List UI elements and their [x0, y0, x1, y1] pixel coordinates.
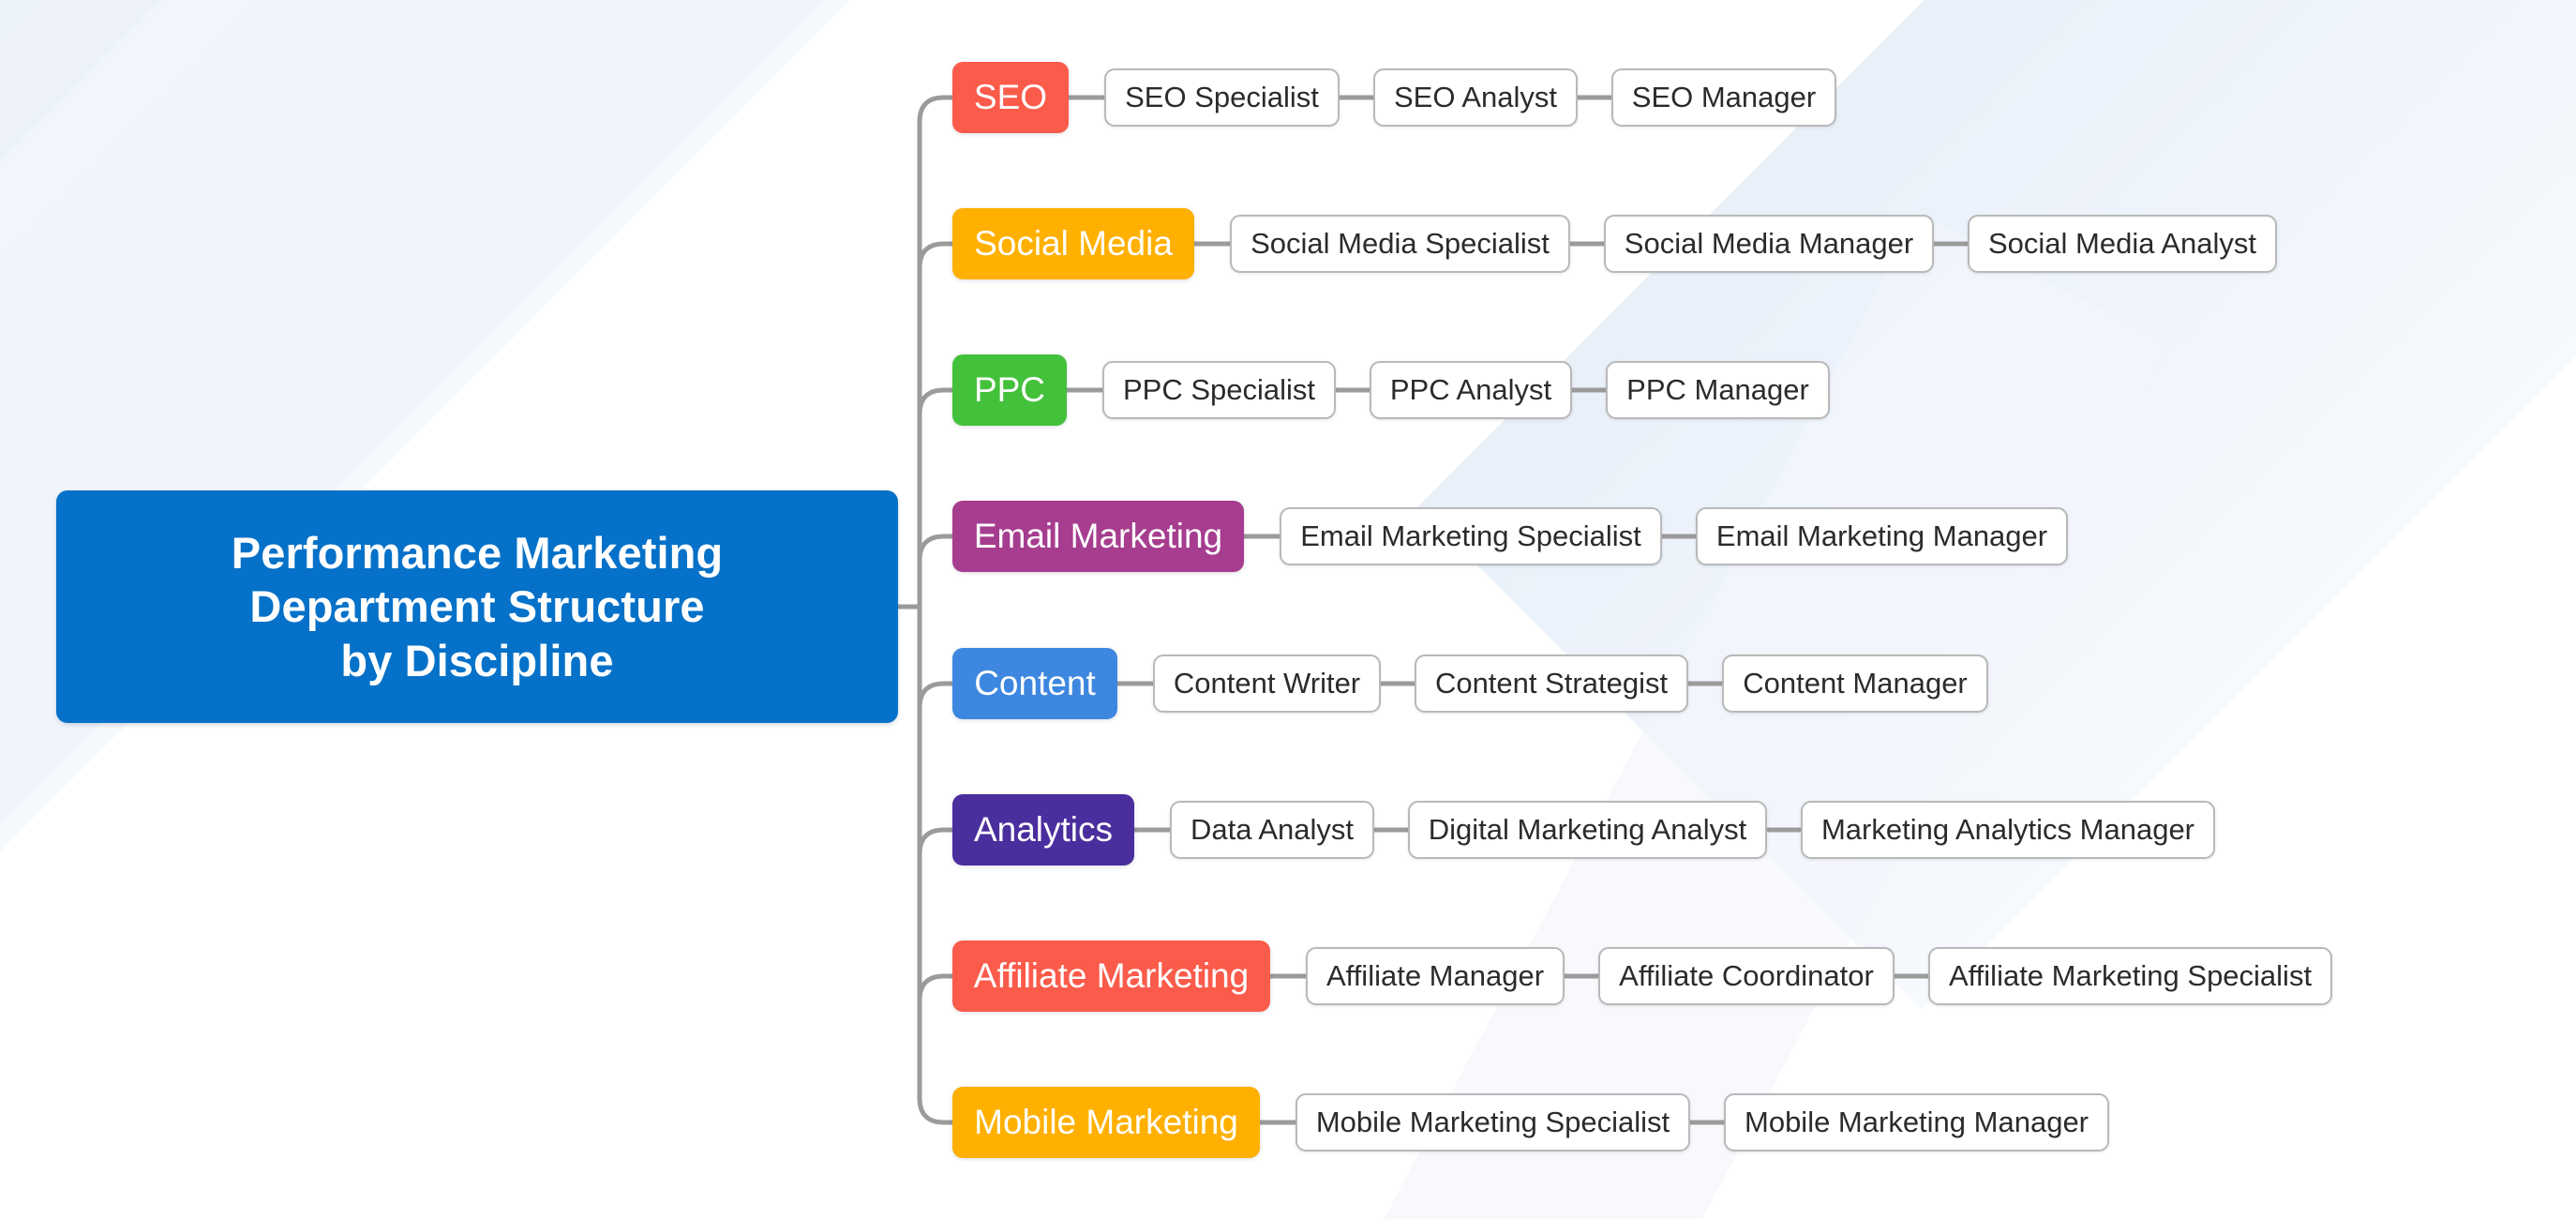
role-node[interactable]: Content Manager	[1722, 655, 1988, 713]
category-node-email-marketing[interactable]: Email Marketing	[952, 501, 1244, 572]
role-node[interactable]: Digital Marketing Analyst	[1408, 801, 1767, 859]
role-node[interactable]: SEO Specialist	[1104, 68, 1340, 127]
role-node[interactable]: Email Marketing Manager	[1696, 507, 2068, 565]
role-node[interactable]: Content Writer	[1153, 655, 1381, 713]
role-node[interactable]: Affiliate Coordinator	[1598, 947, 1895, 1005]
connector	[917, 387, 955, 417]
role-node[interactable]: PPC Specialist	[1102, 361, 1336, 419]
root-title-line: Performance Marketing	[231, 528, 724, 578]
category-node-social-media[interactable]: Social Media	[952, 208, 1194, 279]
role-node[interactable]: PPC Analyst	[1370, 361, 1572, 419]
connector	[917, 534, 955, 564]
role-node[interactable]: Social Media Manager	[1604, 215, 1934, 273]
role-node[interactable]: Affiliate Marketing Specialist	[1928, 947, 2332, 1005]
role-node[interactable]: SEO Analyst	[1373, 68, 1578, 127]
root-node[interactable]: Performance Marketing Department Structur…	[56, 490, 898, 723]
connector	[917, 973, 955, 1003]
role-node[interactable]: Mobile Marketing Manager	[1724, 1093, 2109, 1151]
category-node-mobile-marketing[interactable]: Mobile Marketing	[952, 1087, 1260, 1158]
root-title-line: Department Structure	[249, 581, 705, 632]
category-node-analytics[interactable]: Analytics	[952, 794, 1134, 865]
role-node[interactable]: Social Media Analyst	[1968, 215, 2277, 273]
connector	[917, 827, 955, 857]
connector	[917, 241, 955, 271]
category-node-ppc[interactable]: PPC	[952, 354, 1067, 426]
category-node-affiliate-marketing[interactable]: Affiliate Marketing	[952, 941, 1270, 1012]
category-node-seo[interactable]: SEO	[952, 62, 1069, 133]
connector	[917, 95, 955, 125]
mindmap-canvas: Performance Marketing Department Structur…	[0, 0, 2576, 1219]
role-node[interactable]: Content Strategist	[1415, 655, 1688, 713]
role-node[interactable]: Social Media Specialist	[1230, 215, 1570, 273]
role-node[interactable]: Mobile Marketing Specialist	[1295, 1093, 1690, 1151]
connector	[917, 1095, 955, 1125]
role-node[interactable]: Marketing Analytics Manager	[1801, 801, 2215, 859]
root-title-line: by Discipline	[340, 635, 614, 685]
role-node[interactable]: Email Marketing Specialist	[1280, 507, 1662, 565]
category-node-content[interactable]: Content	[952, 648, 1117, 719]
role-node[interactable]: Data Analyst	[1170, 801, 1374, 859]
role-node[interactable]: Affiliate Manager	[1306, 947, 1565, 1005]
connector	[917, 681, 955, 711]
role-node[interactable]: SEO Manager	[1611, 68, 1836, 127]
role-node[interactable]: PPC Manager	[1606, 361, 1830, 419]
